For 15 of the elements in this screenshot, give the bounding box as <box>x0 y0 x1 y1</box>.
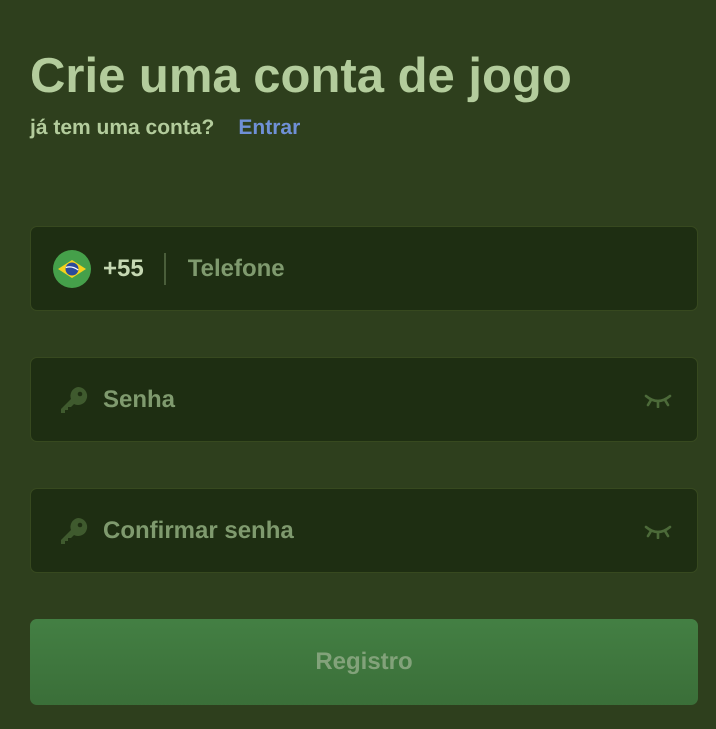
brazil-flag-icon <box>53 250 91 288</box>
password-field[interactable]: Confirmar senha <box>30 488 698 573</box>
page-title: Crie uma conta de jogo <box>30 48 573 105</box>
country-code[interactable]: +55 <box>103 252 166 284</box>
closed-eye-icon[interactable] <box>643 392 673 408</box>
key-icon <box>59 384 89 414</box>
password-input[interactable]: Confirmar senha <box>101 516 631 546</box>
login-link[interactable]: Entrar <box>238 114 300 142</box>
closed-eye-icon[interactable] <box>643 522 673 538</box>
key-icon <box>59 516 89 546</box>
phone-field[interactable]: +55 Telefone <box>30 226 698 311</box>
password-input[interactable]: Senha <box>101 384 631 414</box>
login-prompt: já tem uma conta? <box>30 115 214 141</box>
password-field[interactable]: Senha <box>30 357 698 442</box>
phone-input[interactable]: Telefone <box>186 254 673 284</box>
